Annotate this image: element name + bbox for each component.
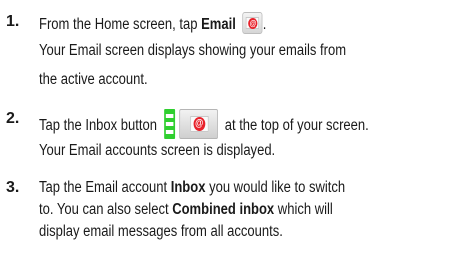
step-number: 3. xyxy=(6,179,20,196)
step-text: at the top of your screen. xyxy=(224,117,369,134)
step-line: Tap the Email account Inbox you would li… xyxy=(39,178,345,198)
step-line: Tap the Inbox button @ at the top of you… xyxy=(39,109,369,139)
step-text: which will xyxy=(274,201,333,218)
step-text: Tap the Email account xyxy=(39,179,171,196)
step-line: From the Home screen, tap Email @. xyxy=(39,12,266,35)
at-sign-icon: @ xyxy=(248,18,258,29)
email-tile-icon: @ xyxy=(179,109,218,139)
combined-inbox-label: Combined inbox xyxy=(172,201,275,218)
trailing-period: . xyxy=(262,16,267,33)
step-line: to. You can also select Combined inbox w… xyxy=(39,200,333,220)
step-text: Tap the Inbox button xyxy=(39,117,157,134)
step-text: you would like to switch xyxy=(205,179,346,196)
email-at-icon: @ xyxy=(242,12,263,34)
step-line: the active account. xyxy=(39,71,148,88)
at-sign-icon: @ xyxy=(193,117,206,131)
step-text: From the Home screen, tap xyxy=(39,16,202,33)
email-label: Email xyxy=(201,16,236,33)
inbox-button-icon: @ xyxy=(163,109,218,139)
step-line: Your Email accounts screen is displayed. xyxy=(39,142,276,159)
inbox-label: Inbox xyxy=(170,179,206,196)
step-number: 1. xyxy=(6,13,20,30)
step-text: to. You can also select xyxy=(39,201,173,218)
step-line: display email messages from all accounts… xyxy=(39,223,283,240)
instruction-document: 1. From the Home screen, tap Email @. You… xyxy=(0,0,474,254)
list-icon xyxy=(163,109,175,139)
step-line: Your Email screen displays showing your … xyxy=(39,42,347,59)
step-number: 2. xyxy=(6,110,20,127)
